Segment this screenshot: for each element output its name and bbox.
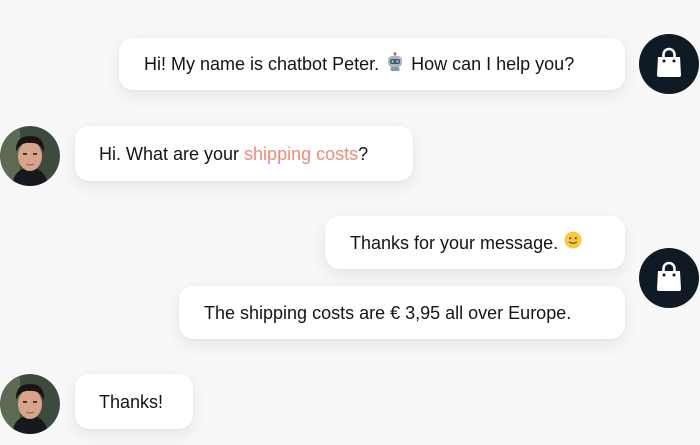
message-text-continued: How can I help you? — [411, 54, 575, 74]
robot-emoji-icon — [386, 51, 404, 77]
user-message-2: Thanks! — [75, 374, 193, 429]
shopping-bag-icon — [654, 260, 684, 297]
shopping-bag-icon — [654, 46, 684, 83]
shipping-costs-link[interactable]: shipping costs — [244, 143, 358, 165]
bot-avatar — [639, 34, 699, 94]
message-text: Hi. What are your — [99, 143, 240, 164]
bot-message-3: The shipping costs are € 3,95 all over E… — [179, 286, 625, 339]
bot-message-1: Hi! My name is chatbot Peter. How can I … — [119, 38, 625, 90]
user-message-1: Hi. What are your shipping costs ? — [75, 126, 413, 181]
message-text-end: ? — [358, 143, 369, 164]
message-text: Hi! My name is chatbot Peter. — [144, 54, 380, 74]
message-text: Thanks for your message. — [350, 232, 559, 253]
message-text: Thanks! — [99, 391, 164, 412]
slightly-smiling-face-icon — [564, 231, 582, 254]
user-avatar — [0, 374, 60, 434]
bot-message-2: Thanks for your message. — [325, 216, 625, 269]
message-text: The shipping costs are € 3,95 all over E… — [204, 302, 572, 323]
user-avatar — [0, 126, 60, 186]
bot-avatar — [639, 248, 699, 308]
